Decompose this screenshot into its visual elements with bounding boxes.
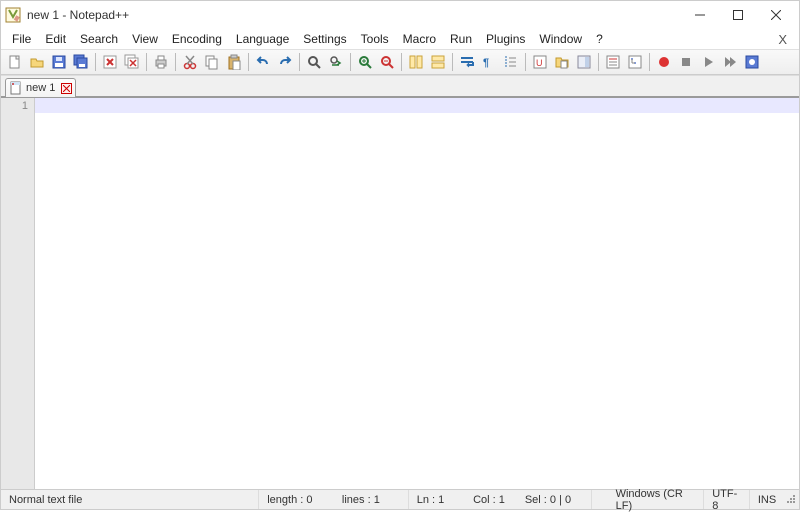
- minimize-button[interactable]: [681, 1, 719, 29]
- menu-view[interactable]: View: [125, 31, 165, 47]
- copy-icon[interactable]: [201, 51, 223, 73]
- status-sel: Sel : 0 | 0: [517, 490, 592, 509]
- text-area[interactable]: [35, 98, 799, 489]
- title-bar: new 1 - Notepad++: [1, 1, 799, 29]
- toolbar-separator: [95, 53, 96, 71]
- stop-icon[interactable]: [675, 51, 697, 73]
- undo-icon[interactable]: [252, 51, 274, 73]
- status-col: Col : 1: [465, 490, 517, 509]
- play-icon[interactable]: [697, 51, 719, 73]
- toolbar-separator: [248, 53, 249, 71]
- folder-doc-icon[interactable]: [551, 51, 573, 73]
- all-chars-icon[interactable]: ¶: [478, 51, 500, 73]
- tab-strip: new 1: [1, 75, 799, 97]
- menu-language[interactable]: Language: [229, 31, 296, 47]
- paste-icon[interactable]: [223, 51, 245, 73]
- app-icon: [5, 7, 21, 23]
- status-ln: Ln : 1: [409, 490, 465, 509]
- tab-close-icon[interactable]: [61, 83, 72, 94]
- toolbar-separator: [175, 53, 176, 71]
- toolbar: ¶U: [1, 49, 799, 75]
- func-list-icon[interactable]: [602, 51, 624, 73]
- cut-icon[interactable]: [179, 51, 201, 73]
- toolbar-separator: [299, 53, 300, 71]
- file-icon: [9, 81, 23, 95]
- svg-text:¶: ¶: [483, 57, 489, 69]
- status-mode[interactable]: INS: [750, 490, 784, 509]
- resize-grip-icon[interactable]: [784, 493, 799, 506]
- close-doc-x-icon[interactable]: X: [770, 32, 795, 47]
- current-line-highlight: [35, 98, 799, 113]
- save-macro-icon[interactable]: [741, 51, 763, 73]
- menu-edit[interactable]: Edit: [38, 31, 73, 47]
- editor-area: 1: [1, 97, 799, 489]
- menu-macro[interactable]: Macro: [396, 31, 443, 47]
- replace-icon[interactable]: [325, 51, 347, 73]
- status-lines: lines : 1: [334, 490, 409, 509]
- toolbar-separator: [598, 53, 599, 71]
- menu-file[interactable]: File: [5, 31, 38, 47]
- doc-map-icon[interactable]: [573, 51, 595, 73]
- menu-plugins[interactable]: Plugins: [479, 31, 532, 47]
- close-all-icon[interactable]: [121, 51, 143, 73]
- indent-guide-icon[interactable]: [500, 51, 522, 73]
- word-wrap-icon[interactable]: [456, 51, 478, 73]
- status-eol[interactable]: Windows (CR LF): [608, 490, 705, 509]
- zoom-in-icon[interactable]: [354, 51, 376, 73]
- save-all-icon[interactable]: [70, 51, 92, 73]
- tab-new-1[interactable]: new 1: [5, 78, 76, 97]
- line-number-gutter: 1: [1, 98, 35, 489]
- status-bar: Normal text file length : 0 lines : 1 Ln…: [1, 489, 799, 509]
- menu-search[interactable]: Search: [73, 31, 125, 47]
- menu-window[interactable]: Window: [532, 31, 589, 47]
- toolbar-separator: [146, 53, 147, 71]
- menu-help[interactable]: ?: [589, 31, 610, 47]
- print-icon[interactable]: [150, 51, 172, 73]
- lang-ud-icon[interactable]: U: [529, 51, 551, 73]
- find-icon[interactable]: [303, 51, 325, 73]
- tab-label: new 1: [26, 82, 55, 94]
- sync-v-icon[interactable]: [405, 51, 427, 73]
- zoom-out-icon[interactable]: [376, 51, 398, 73]
- window-title: new 1 - Notepad++: [27, 8, 681, 22]
- new-file-icon[interactable]: [4, 51, 26, 73]
- record-icon[interactable]: [653, 51, 675, 73]
- toolbar-separator: [350, 53, 351, 71]
- play-multi-icon[interactable]: [719, 51, 741, 73]
- menu-encoding[interactable]: Encoding: [165, 31, 229, 47]
- open-file-icon[interactable]: [26, 51, 48, 73]
- toolbar-separator: [452, 53, 453, 71]
- status-filetype: Normal text file: [1, 490, 259, 509]
- menu-settings[interactable]: Settings: [296, 31, 353, 47]
- svg-text:U: U: [536, 58, 543, 68]
- sync-h-icon[interactable]: [427, 51, 449, 73]
- toolbar-separator: [401, 53, 402, 71]
- toolbar-separator: [649, 53, 650, 71]
- status-encoding[interactable]: UTF-8: [704, 490, 750, 509]
- close-window-button[interactable]: [757, 1, 795, 29]
- maximize-button[interactable]: [719, 1, 757, 29]
- line-number-1: 1: [1, 100, 28, 112]
- close-icon[interactable]: [99, 51, 121, 73]
- menu-tools[interactable]: Tools: [354, 31, 396, 47]
- folder-tree-icon[interactable]: [624, 51, 646, 73]
- redo-icon[interactable]: [274, 51, 296, 73]
- save-icon[interactable]: [48, 51, 70, 73]
- menu-bar: File Edit Search View Encoding Language …: [1, 29, 799, 49]
- menu-run[interactable]: Run: [443, 31, 479, 47]
- toolbar-separator: [525, 53, 526, 71]
- status-length: length : 0: [259, 490, 334, 509]
